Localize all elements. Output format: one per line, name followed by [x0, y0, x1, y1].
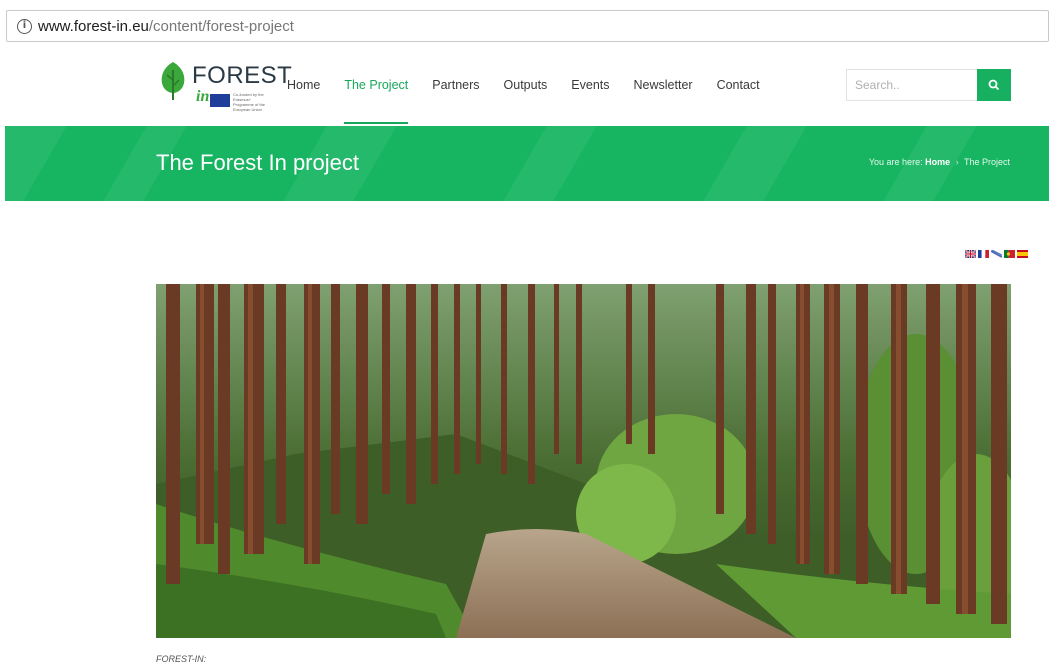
logo-wordmark: FOREST	[192, 62, 293, 89]
banner-texture	[703, 126, 807, 201]
en-flag-icon[interactable]	[965, 250, 976, 258]
search-input[interactable]	[846, 69, 977, 101]
url-text: www.forest-in.eu/content/forest-project	[38, 18, 294, 35]
page-title: The Forest In project	[156, 150, 359, 175]
nav-item-home[interactable]: Home	[287, 48, 320, 126]
content-caption: FOREST-IN:	[156, 654, 207, 664]
nav-item-the-project[interactable]: The Project	[344, 48, 408, 126]
info-icon[interactable]: i	[17, 18, 32, 34]
leaf-icon	[161, 62, 185, 100]
site-header: FOREST in Co-funded by the Erasmus+ Prog…	[0, 48, 1049, 126]
forest-photo	[156, 284, 1011, 638]
es-flag-icon[interactable]	[1017, 250, 1028, 258]
url-domain: www.forest-in.eu	[38, 17, 149, 35]
forest-image	[156, 284, 1011, 638]
search-button[interactable]	[977, 69, 1011, 101]
fr-flag-icon[interactable]	[978, 250, 989, 258]
nav-item-newsletter[interactable]: Newsletter	[634, 48, 693, 126]
browser-address-bar: i www.forest-in.eu/content/forest-projec…	[0, 0, 1049, 48]
nav-item-outputs[interactable]: Outputs	[504, 48, 548, 126]
nav-item-partners[interactable]: Partners	[432, 48, 479, 126]
page-title-banner: The Forest In project You are here: Home…	[5, 126, 1049, 201]
url-field[interactable]: i www.forest-in.eu/content/forest-projec…	[6, 10, 1049, 42]
logo-eu-text: Co-funded by the Erasmus+ Programme of t…	[233, 92, 266, 112]
pt-flag-icon[interactable]	[1004, 250, 1015, 258]
logo-sub: in	[196, 88, 210, 105]
search-box	[846, 69, 1011, 101]
search-icon	[988, 79, 1000, 91]
site-logo[interactable]: FOREST in Co-funded by the Erasmus+ Prog…	[156, 60, 292, 112]
gr-flag-icon[interactable]	[991, 250, 1002, 258]
banner-texture	[503, 126, 597, 201]
url-path: /content/forest-project	[148, 17, 294, 35]
nav-item-events[interactable]: Events	[571, 48, 609, 126]
nav-item-contact[interactable]: Contact	[717, 48, 760, 126]
breadcrumb-prefix: You are here:	[868, 157, 923, 167]
main-nav: Home The Project Partners Outputs Events…	[287, 48, 784, 126]
eu-flag-icon	[210, 94, 230, 107]
language-switcher	[965, 250, 1028, 258]
breadcrumb-home[interactable]: Home	[925, 157, 950, 167]
breadcrumb-current: The Project	[963, 157, 1010, 167]
banner-texture	[5, 126, 67, 201]
breadcrumb-separator: ›	[955, 157, 959, 167]
breadcrumb: You are here: Home › The Project	[869, 157, 1010, 167]
